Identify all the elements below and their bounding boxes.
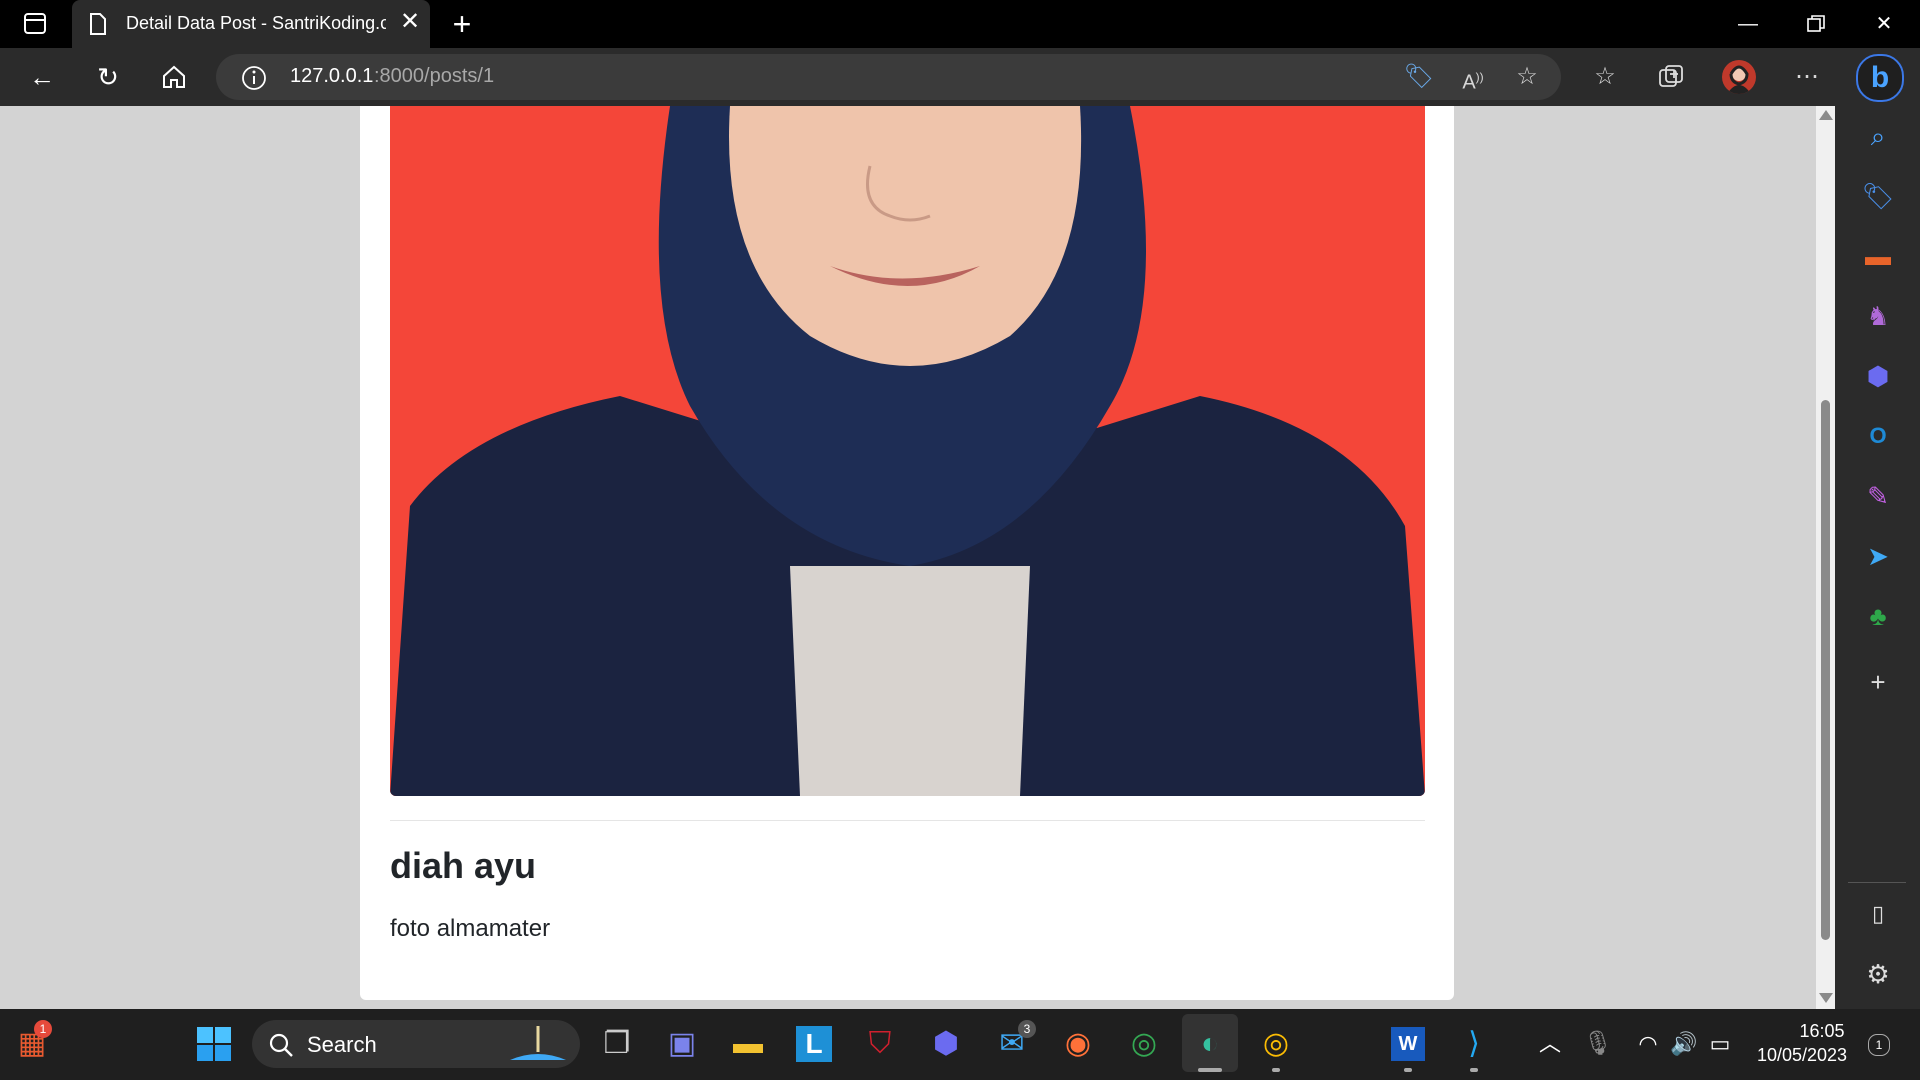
search-label: Search — [307, 1032, 377, 1057]
more-options-icon[interactable]: ⋯ — [1790, 60, 1824, 94]
site-info-icon[interactable] — [240, 64, 268, 92]
post-image — [390, 106, 1425, 796]
games-icon[interactable]: ♞ — [1860, 298, 1896, 334]
teams-chat-icon[interactable]: ▣ — [660, 1022, 704, 1066]
search-highlight-icon — [500, 1022, 576, 1064]
tab-title: Detail Data Post - SantriKoding.com — [126, 13, 386, 33]
search-icon[interactable]: ⌕ — [1860, 118, 1896, 154]
hide-sidebar-icon[interactable]: ▯ — [1860, 896, 1896, 932]
post-content: foto almamater — [390, 915, 551, 942]
vscode-indicator — [1470, 1068, 1478, 1072]
collections-icon[interactable] — [1654, 60, 1688, 94]
chevron-up-icon[interactable]: ︿ — [1528, 1022, 1572, 1066]
scrollbar-thumb[interactable] — [1821, 400, 1830, 940]
home-button[interactable] — [156, 59, 192, 95]
new-tab-button[interactable]: + — [444, 6, 480, 42]
read-aloud-icon[interactable]: A)) — [1456, 60, 1490, 94]
close-window-button[interactable]: ✕ — [1864, 10, 1904, 38]
mail-badge: 3 — [1018, 1020, 1036, 1038]
copilot-icon[interactable]: ⬢ — [1860, 358, 1896, 394]
clock-time[interactable]: 16:05 — [1794, 1021, 1850, 1042]
url-path: :8000/posts/1 — [374, 65, 495, 87]
add-sidebar-app-icon[interactable]: + — [1860, 664, 1896, 700]
post-title: diah ayu — [390, 845, 537, 886]
page-icon — [88, 12, 108, 36]
designer-icon[interactable]: ✎ — [1860, 478, 1896, 514]
refresh-button[interactable]: ↻ — [90, 59, 126, 95]
minimize-button[interactable]: — — [1728, 10, 1768, 38]
copilot-taskbar-icon[interactable]: ⬢ — [924, 1022, 968, 1066]
word-indicator — [1404, 1068, 1412, 1072]
chrome-profile-icon[interactable]: ◎ — [1254, 1022, 1298, 1066]
start-icon[interactable] — [192, 1022, 236, 1066]
bing-chat-button[interactable]: b — [1856, 54, 1904, 102]
battery-icon[interactable]: ▭ — [1698, 1022, 1742, 1066]
word-icon[interactable]: W — [1386, 1022, 1430, 1066]
url-host: 127.0.0.1 — [290, 65, 374, 87]
l-app-icon[interactable]: L — [792, 1022, 836, 1066]
clock-date[interactable]: 10/05/2023 — [1754, 1045, 1850, 1066]
settings-gear-icon[interactable]: ⚙ — [1860, 956, 1896, 992]
send-icon[interactable]: ➤ — [1860, 538, 1896, 574]
file-explorer-icon[interactable]: ▬ — [726, 1022, 770, 1066]
microphone-icon[interactable]: 🎙 — [1576, 1022, 1620, 1066]
edge-icon[interactable]: ◐ — [1188, 1022, 1232, 1066]
restore-button[interactable] — [1796, 10, 1836, 38]
tools-icon[interactable]: ▬ — [1860, 238, 1896, 274]
widgets-badge: 1 — [34, 1020, 52, 1038]
shopping-icon[interactable]: 🏷 — [1860, 178, 1896, 214]
search-icon — [268, 1032, 294, 1058]
tree-icon[interactable]: ♣ — [1860, 598, 1896, 634]
outlook-icon[interactable]: O — [1860, 418, 1896, 454]
vscode-icon[interactable]: ⟩ — [1452, 1022, 1496, 1066]
chrome-profile-indicator — [1272, 1068, 1280, 1072]
divider — [390, 820, 1425, 821]
firefox-icon[interactable]: ◉ — [1056, 1022, 1100, 1066]
tab-actions-icon[interactable] — [20, 10, 50, 38]
profile-avatar[interactable] — [1722, 60, 1756, 94]
coupon-icon[interactable]: 🏷 — [1402, 60, 1436, 94]
favorites-icon[interactable]: ☆ — [1588, 60, 1622, 94]
scroll-down-arrow[interactable] — [1819, 993, 1833, 1003]
scroll-up-arrow[interactable] — [1819, 110, 1833, 120]
sidebar-divider — [1848, 882, 1906, 883]
mcafee-icon[interactable]: ⛉ — [858, 1022, 902, 1066]
close-tab-icon[interactable]: ✕ — [398, 10, 422, 34]
edge-active-indicator — [1198, 1068, 1222, 1072]
back-button[interactable]: ← — [24, 59, 60, 95]
add-favorite-icon[interactable]: ☆ — [1510, 60, 1544, 94]
notification-badge[interactable]: 1 — [1868, 1034, 1890, 1056]
task-view-icon[interactable]: ❐ — [595, 1022, 639, 1066]
chrome-icon[interactable]: ◎ — [1122, 1022, 1166, 1066]
